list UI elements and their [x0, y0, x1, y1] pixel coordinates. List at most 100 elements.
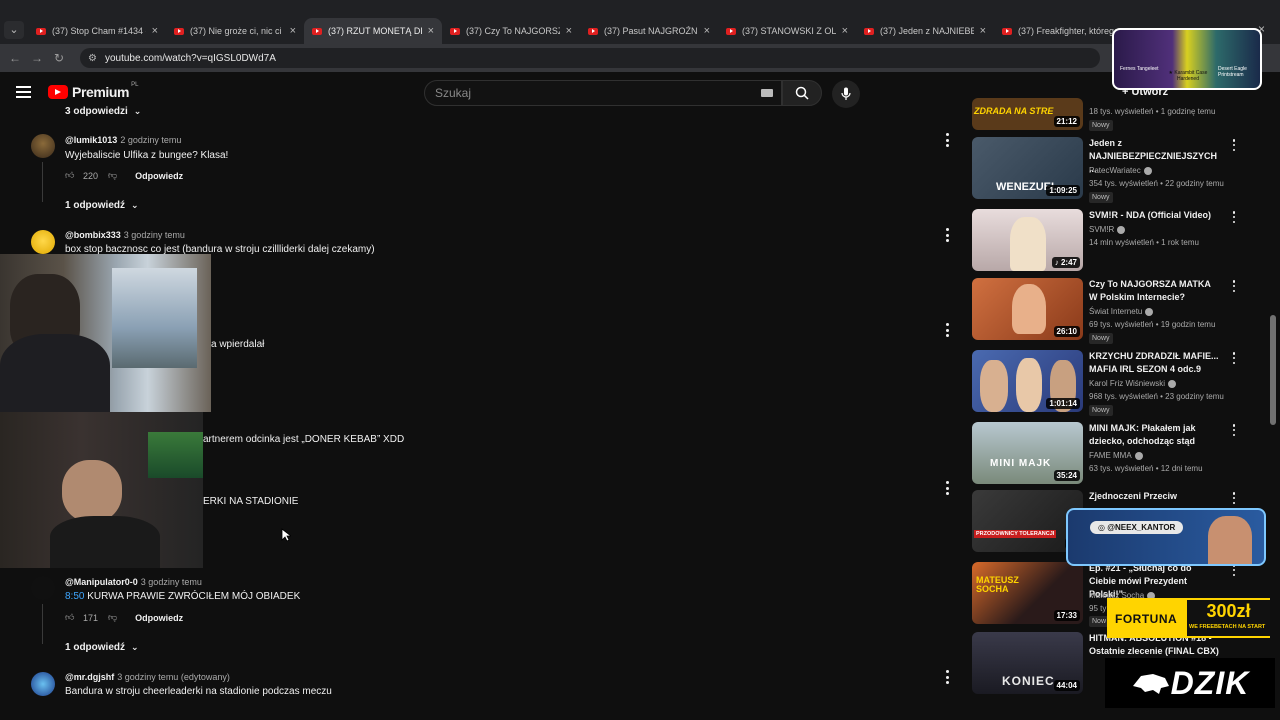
fortuna-ad-banner: FORTUNA 300zł WE FREEBETACH NA START [1107, 598, 1270, 638]
video-menu-icon[interactable] [1232, 352, 1236, 364]
video-thumbnail[interactable]: WENEZUEL 1:09:25 [972, 137, 1083, 199]
comment-text-partial: a wpierdalał [211, 339, 265, 350]
comment-author[interactable]: @mr.dgjshf 3 godziny temu (edytowany) [65, 672, 230, 682]
video-thumbnail[interactable]: MATEUSZ SOCHA 17:33 [972, 562, 1083, 624]
scrollbar[interactable] [1270, 315, 1276, 425]
dzik-logo: DZIK [1105, 658, 1275, 708]
comment-author[interactable]: @bombix333 3 godziny temu [65, 230, 185, 240]
like-icon[interactable]: 👍︎ [65, 170, 79, 181]
url-field[interactable]: ⚙ youtube.com/watch?v=qIGSL0DWd7A [80, 48, 1100, 68]
video-thumbnail[interactable]: 26:10 [972, 278, 1083, 340]
like-icon[interactable]: 👍︎ [65, 612, 79, 623]
youtube-favicon-icon [1002, 27, 1012, 35]
video-menu-icon[interactable] [1232, 492, 1236, 504]
back-arrow-icon[interactable]: ← [4, 51, 26, 65]
chevron-down-icon: ⌄ [133, 106, 142, 116]
video-menu-icon[interactable] [1232, 139, 1236, 151]
forward-arrow-icon[interactable]: → [26, 51, 48, 65]
video-thumbnail[interactable]: ZDRADA NA STRE 21:12 [972, 98, 1083, 130]
youtube-premium-logo[interactable]: Premium PL [48, 82, 138, 100]
comment-author[interactable]: @Manipulator0-0 3 godziny temu [65, 577, 202, 587]
verified-icon [1134, 451, 1143, 460]
channel-name[interactable]: Świat Internetu [1089, 307, 1154, 316]
search-button[interactable] [782, 80, 822, 106]
instagram-overlay: ◎ @NEEX_KANTOR [1066, 508, 1266, 566]
comment-author[interactable]: @lumik1013 2 godziny temu [65, 135, 181, 145]
address-bar: ← → ↻ ⚙ youtube.com/watch?v=qIGSL0DWd7A [0, 44, 1280, 72]
reply-button[interactable]: Odpowiedz [135, 171, 183, 181]
skin-promo-overlay: Fernes Tangeleet ★ Karambit Case Hardene… [1112, 28, 1262, 90]
replies-toggle[interactable]: 1 odpowiedź ⌄ [65, 642, 139, 653]
video-menu-icon[interactable] [1232, 424, 1236, 436]
avatar[interactable] [31, 230, 55, 254]
comment-text: 8:50 KURWA PRAWIE ZWRÓCIŁEM MÓJ OBIADEK [65, 591, 301, 602]
thread-line [42, 604, 43, 644]
video-thumbnail[interactable]: KONIEC 44:04 [972, 632, 1083, 694]
comment-menu-icon[interactable] [944, 133, 950, 147]
youtube-favicon-icon [174, 27, 184, 35]
youtube-favicon-icon [588, 27, 598, 35]
browser-tab[interactable]: (37) Stop Cham #1434 - N× [28, 18, 166, 44]
close-tab-icon[interactable]: × [152, 25, 158, 37]
browser-tab-active[interactable]: (37) RZUT MONETĄ DECY× [304, 18, 442, 44]
tab-search-button[interactable]: ⌄ [4, 21, 24, 39]
browser-tab[interactable]: (37) Pasut NAJGROŹNIEJS× [580, 18, 718, 44]
close-tab-icon[interactable]: × [428, 25, 434, 37]
comment-menu-icon[interactable] [944, 323, 950, 337]
menu-icon[interactable] [16, 86, 31, 98]
youtube-favicon-icon [726, 27, 736, 35]
mouse-cursor-icon [281, 528, 291, 542]
browser-tab[interactable]: (37) Nie groże ci, nic ci nie× [166, 18, 304, 44]
avatar[interactable] [31, 672, 55, 696]
video-thumbnail[interactable]: ♪ 2:47 [972, 209, 1083, 271]
browser-tab-bar: ⌄ (37) Stop Cham #1434 - N× (37) Nie gro… [0, 0, 1280, 44]
comment-actions: 👍︎ 171 👎︎ Odpowiedz [65, 612, 184, 623]
site-info-icon[interactable]: ⚙ [88, 53, 97, 64]
avatar[interactable] [31, 576, 55, 600]
comment-menu-icon[interactable] [944, 228, 950, 242]
youtube-favicon-icon [36, 27, 46, 35]
chevron-down-icon: ⌄ [131, 642, 139, 652]
replies-toggle[interactable]: 1 odpowiedź ⌄ [65, 200, 139, 211]
channel-name[interactable]: FAME MMA [1089, 451, 1143, 460]
verified-icon [1168, 379, 1177, 388]
reload-icon[interactable]: ↻ [48, 51, 70, 65]
instagram-icon: ◎ [1098, 523, 1108, 532]
channel-name[interactable]: SVM!R [1089, 225, 1126, 234]
comment-menu-icon[interactable] [944, 670, 950, 684]
verified-icon [1145, 307, 1154, 316]
avatar[interactable] [31, 134, 55, 158]
timestamp-link[interactable]: 8:50 [65, 591, 84, 602]
microphone-icon [841, 87, 851, 100]
replies-toggle[interactable]: 3 odpowiedzi ⌄ [65, 106, 141, 117]
keyboard-icon[interactable] [761, 89, 773, 97]
youtube-favicon-icon [864, 27, 874, 35]
comment-text: Bandura w stroju cheerleaderki na stadio… [65, 686, 332, 697]
close-tab-icon[interactable]: × [704, 25, 710, 37]
video-thumbnail[interactable]: MINI MAJK 35:24 [972, 422, 1083, 484]
thread-line [42, 162, 43, 202]
channel-name[interactable]: Karol Friz Wiśniewski [1089, 379, 1177, 388]
browser-tab[interactable]: (37) Czy To NAJGORSZA M× [442, 18, 580, 44]
dislike-icon[interactable]: 👎︎ [108, 612, 117, 623]
webcam-overlay-top [0, 254, 211, 412]
video-menu-icon[interactable] [1232, 211, 1236, 223]
browser-tab[interactable]: (37) Jeden z NAJNIEBEZP× [856, 18, 994, 44]
verified-icon [1143, 166, 1152, 175]
browser-tab[interactable]: (37) STANOWSKI Z OLBRZ× [718, 18, 856, 44]
comment-menu-icon[interactable] [944, 481, 950, 495]
close-tab-icon[interactable]: × [980, 25, 986, 37]
reply-button[interactable]: Odpowiedz [135, 613, 183, 623]
verified-icon [1117, 225, 1126, 234]
search-input[interactable]: Szukaj [424, 80, 782, 106]
search-icon [795, 86, 809, 100]
comment-text-partial: artnerem odcinka jest „DONER KEBAB” XDD [203, 434, 405, 445]
close-tab-icon[interactable]: × [566, 25, 572, 37]
youtube-favicon-icon [312, 27, 322, 35]
close-tab-icon[interactable]: × [290, 25, 296, 37]
video-thumbnail[interactable]: 1:01:14 [972, 350, 1083, 412]
channel-name[interactable]: PatecWariatec [1089, 166, 1152, 175]
video-menu-icon[interactable] [1232, 280, 1236, 292]
close-tab-icon[interactable]: × [842, 25, 848, 37]
dislike-icon[interactable]: 👎︎ [108, 170, 117, 181]
